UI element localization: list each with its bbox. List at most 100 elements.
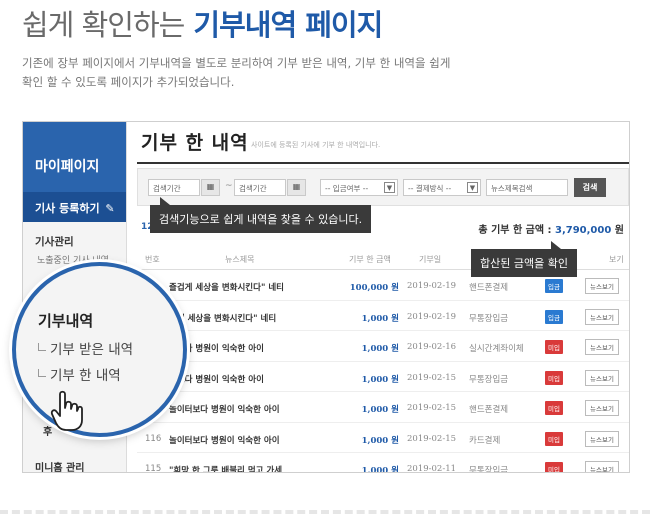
- menu-item-label: 기부 받은 내역: [50, 342, 134, 358]
- page-description: 기존에 장부 페이지에서 기부내역을 별도로 분리하여 기부 받은 내역, 기부…: [22, 54, 582, 92]
- menu-item-given-donations[interactable]: 기부 한 내역: [38, 364, 121, 384]
- row-date: 2019-02-19: [407, 311, 457, 322]
- page-headline: 쉽게 확인하는 기부내역 페이지: [22, 2, 383, 44]
- table-row: 115 "희망 한 그릇 배불리 먹고 가세 1,000 원 2019-02-11 무통…: [137, 453, 629, 473]
- total-label: 총 기부 한 금액 :: [478, 225, 552, 236]
- deposit-status-select[interactable]: -- 입금여부 -- ▼: [320, 179, 398, 196]
- row-date: 2019-02-15: [407, 433, 457, 444]
- date-range-separator: ~: [225, 181, 233, 191]
- table-row: 겁게 세상을 변화시킨다" 네티 1,000 원 2019-02-19 무통장입금 입금…: [137, 301, 629, 331]
- payment-method-select[interactable]: -- 결제방식 -- ▼: [403, 179, 481, 196]
- row-news-title[interactable]: 놀이터보다 병원이 익숙한 아이: [169, 403, 280, 415]
- row-date: 2019-02-15: [407, 403, 457, 413]
- table-row: 터보다 병원이 익숙한 아이 1,000 원 2019-02-15 무통장입금 미입 뉴스…: [137, 362, 629, 392]
- header-view: 보기: [609, 255, 624, 264]
- description-line-2: 확인 할 수 있도록 페이지가 추가되었습니다.: [22, 75, 235, 89]
- table-body: 즐겁게 세상을 변화시킨다" 네티 100,000 원 2019-02-19 핸드폰결…: [137, 270, 629, 473]
- table-row: 터보다 병원이 익숙한 아이 1,000 원 2019-02-16 실시간계좌이체 미입…: [137, 331, 629, 362]
- view-news-button[interactable]: 뉴스보기: [585, 461, 619, 472]
- chevron-down-icon: ▼: [384, 182, 395, 193]
- magnifier-callout: 기부내역 기부 받은 내역 기부 한 내역: [12, 262, 187, 437]
- row-news-title[interactable]: 즐겁게 세상을 변화시킨다" 네티: [169, 281, 284, 293]
- row-amount: 1,000 원: [361, 374, 399, 385]
- sidebar-section-minihome[interactable]: 미니홈 관리: [35, 459, 84, 472]
- sidebar-section-article-manage[interactable]: 기사관리: [23, 222, 126, 249]
- row-amount: 1,000 원: [361, 435, 399, 446]
- view-news-button[interactable]: 뉴스보기: [585, 308, 619, 325]
- chevron-down-icon: ▼: [467, 182, 478, 193]
- register-label: 등록하기: [59, 202, 100, 215]
- row-payment-method: 무통장입금: [469, 466, 509, 473]
- row-payment-method: 무통장입금: [469, 374, 509, 385]
- total-value: 3,790,000: [555, 225, 612, 236]
- view-news-button[interactable]: 뉴스보기: [585, 369, 619, 386]
- pencil-icon: ✎: [105, 202, 115, 215]
- tree-branch-icon: [38, 343, 46, 351]
- payment-method-value: -- 결제방식 --: [408, 184, 452, 193]
- search-tooltip: 검색기능으로 쉽게 내역을 찾을 수 있습니다.: [150, 197, 372, 233]
- header-title: 뉴스제목: [225, 255, 255, 264]
- header-date: 기부일: [419, 255, 442, 264]
- tree-branch-icon: [38, 369, 46, 377]
- magnifier-title: 기부내역: [38, 312, 94, 330]
- total-amount: 총 기부 한 금액 : 3,790,000 원: [478, 221, 624, 236]
- row-news-title[interactable]: 겁게 세상을 변화시킨다" 네티: [169, 312, 276, 324]
- row-amount: 100,000 원: [349, 283, 399, 293]
- deposit-status-badge: 미입: [545, 401, 563, 415]
- table-row: 116 놀이터보다 병원이 익숙한 아이 1,000 원 2019-02-15 카드결제…: [137, 423, 629, 453]
- title-divider: [137, 162, 629, 164]
- row-news-title[interactable]: "희망 한 그릇 배불리 먹고 가세: [169, 464, 282, 472]
- page-subtitle: 사이트에 등록된 기사에 기부 한 내역입니다.: [251, 141, 381, 149]
- bottom-divider: [0, 510, 650, 514]
- row-amount: 1,000 원: [361, 344, 399, 354]
- view-news-button[interactable]: 뉴스보기: [585, 400, 619, 416]
- row-payment-method: 핸드폰결제: [469, 405, 509, 415]
- row-payment-method: 실시간계좌이체: [469, 344, 524, 354]
- total-tooltip: 합산된 금액을 확인: [471, 241, 577, 277]
- table-row: 놀이터보다 병원이 익숙한 아이 1,000 원 2019-02-15 핸드폰결제 미입…: [137, 392, 629, 423]
- hand-cursor-icon: [50, 390, 83, 431]
- register-prefix: 기사: [35, 202, 56, 215]
- headline-strong: 기부내역 페이지: [193, 8, 383, 42]
- view-news-button[interactable]: 뉴스보기: [585, 339, 619, 355]
- deposit-status-badge: 미입: [545, 431, 563, 446]
- total-unit: 원: [614, 225, 624, 236]
- register-article-button[interactable]: 기사 등록하기 ✎: [23, 192, 126, 222]
- deposit-status-badge: 미입: [545, 340, 563, 354]
- deposit-status-badge: 미입: [545, 462, 563, 472]
- deposit-status-badge: 입금: [545, 279, 563, 293]
- row-amount: 1,000 원: [361, 466, 399, 473]
- deposit-status-badge: 입금: [545, 309, 563, 324]
- view-news-button[interactable]: 뉴스보기: [585, 430, 619, 447]
- calendar-icon[interactable]: ▦: [201, 179, 220, 196]
- row-date: 2019-02-15: [407, 372, 457, 383]
- row-number: 116: [145, 433, 162, 444]
- page-title: 기부 한 내역: [141, 132, 249, 154]
- header-amount: 기부 한 금액: [349, 255, 391, 264]
- row-payment-method: 카드결제: [469, 435, 501, 446]
- deposit-status-value: -- 입금여부 --: [325, 184, 369, 193]
- description-line-1: 기존에 장부 페이지에서 기부내역을 별도로 분리하여 기부 받은 내역, 기부…: [22, 56, 451, 70]
- row-date: 2019-02-19: [407, 281, 457, 291]
- deposit-status-badge: 미입: [545, 370, 563, 385]
- view-news-button[interactable]: 뉴스보기: [585, 278, 619, 294]
- calendar-icon[interactable]: ▦: [287, 179, 306, 196]
- header-no: 번호: [145, 255, 160, 264]
- start-date-input[interactable]: 검색기간: [148, 179, 200, 196]
- row-amount: 1,000 원: [361, 405, 399, 415]
- search-panel: 검색기간 ▦ ~ 검색기간 ▦ -- 입금여부 -- ▼ -- 결제방식 -- …: [137, 168, 629, 206]
- keyword-search-input[interactable]: 뉴스제목검색: [486, 179, 568, 196]
- main-content: 기부 한 내역 사이트에 등록된 기사에 기부 한 내역입니다. 검색기간 ▦ …: [127, 122, 629, 472]
- sidebar-header: 마이페이지: [23, 122, 126, 192]
- row-payment-method: 핸드폰결제: [469, 283, 509, 293]
- row-date: 2019-02-16: [407, 342, 457, 352]
- search-button[interactable]: 검색: [574, 178, 606, 197]
- menu-item-label: 기부 한 내역: [50, 368, 121, 384]
- row-date: 2019-02-11: [407, 464, 457, 473]
- end-date-input[interactable]: 검색기간: [234, 179, 286, 196]
- menu-item-received-donations[interactable]: 기부 받은 내역: [38, 338, 133, 358]
- row-amount: 1,000 원: [361, 313, 399, 324]
- row-number: 115: [145, 464, 162, 473]
- row-payment-method: 무통장입금: [469, 313, 509, 324]
- row-news-title[interactable]: 놀이터보다 병원이 익숙한 아이: [169, 434, 280, 446]
